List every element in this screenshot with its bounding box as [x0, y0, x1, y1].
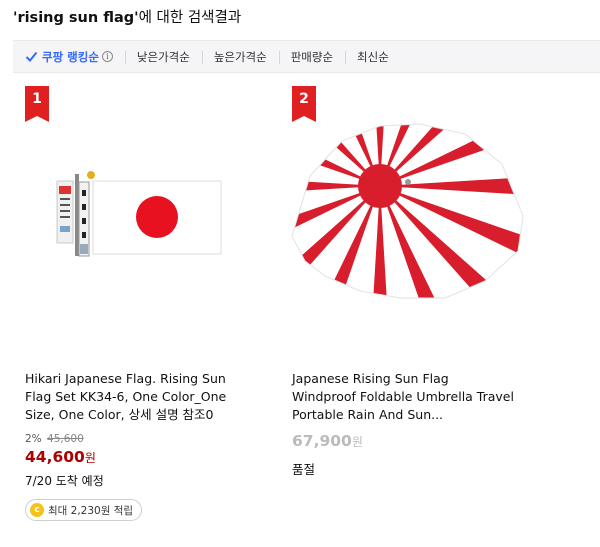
price-unit: 원 — [351, 435, 363, 449]
sort-high-price[interactable]: 높은가격순 — [201, 41, 279, 72]
search-query: 'rising sun flag' — [13, 10, 139, 26]
original-price: 45,600 — [47, 433, 84, 445]
search-result-title: 'rising sun flag'에 대한 검색결과 — [13, 6, 241, 27]
discount-rate: 2% — [25, 433, 42, 445]
info-icon[interactable]: i — [101, 51, 113, 62]
soldout-price-value: 67,900 — [292, 432, 352, 450]
product-card[interactable]: 1 Hikari Japanese Flag. Rising Sun Flag … — [13, 86, 269, 541]
search-result-suffix: 에 대한 검색결과 — [138, 10, 242, 26]
price-unit: 원 — [84, 451, 96, 465]
sort-sales[interactable]: 판매량순 — [278, 41, 345, 72]
sort-ranking-label: 쿠팡 랭킹순 — [42, 49, 99, 64]
product-name[interactable]: Japanese Rising Sun Flag Windproof Folda… — [292, 370, 516, 424]
soldout-label: 품절 — [292, 462, 316, 477]
sort-bar: 쿠팡 랭킹순 i 낮은가격순 높은가격순 판매량순 최신순 — [13, 40, 600, 73]
sort-low-price[interactable]: 낮은가격순 — [124, 41, 202, 72]
reward-badge: c 최대 2,230원 적립 — [25, 499, 143, 521]
product-name[interactable]: Hikari Japanese Flag. Rising Sun Flag Se… — [25, 370, 249, 424]
rising-sun-umbrella-image[interactable] — [280, 86, 536, 356]
product-card[interactable]: 2 Japanese Rising Sun Flag Windproof Fol… — [280, 86, 536, 541]
sale-price: 44,600원 — [25, 448, 96, 466]
soldout-price: 67,900원 — [292, 432, 363, 450]
japanese-flag-set-image[interactable] — [13, 86, 269, 356]
check-icon — [25, 51, 38, 62]
sort-ranking[interactable]: 쿠팡 랭킹순 i — [13, 41, 125, 72]
rank-badge: 1 — [25, 86, 49, 122]
rank-badge: 2 — [292, 86, 316, 122]
coin-icon: c — [30, 503, 44, 517]
discount-line: 2% 45,600 — [25, 433, 84, 445]
sale-price-value: 44,600 — [25, 448, 85, 466]
reward-text: 최대 2,230원 적립 — [48, 504, 134, 517]
sort-newest[interactable]: 최신순 — [345, 41, 401, 72]
delivery-date: 7/20 도착 예정 — [25, 474, 104, 488]
